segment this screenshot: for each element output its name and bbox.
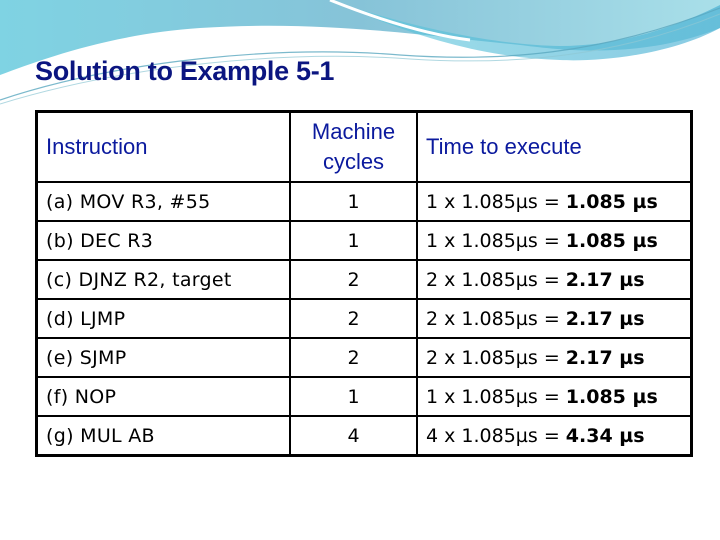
time-cell: 2 x 1.085µs = 2.17 µs <box>416 337 693 378</box>
time-cell: 2 x 1.085µs = 2.17 µs <box>416 259 693 300</box>
time-result: 2.17 µs <box>565 346 645 369</box>
header-instruction: Instruction <box>35 110 291 183</box>
table-row: (c) DJNZ R2, target 2 2 x 1.085µs = 2.17… <box>35 259 693 300</box>
table-row: (f) NOP 1 1 x 1.085µs = 1.085 µs <box>35 376 693 417</box>
instruction-cell: (a) MOV R3, #55 <box>35 181 291 222</box>
table-row: (a) MOV R3, #55 1 1 x 1.085µs = 1.085 µs <box>35 181 693 222</box>
instruction-cell: (f) NOP <box>35 376 291 417</box>
header-swoosh-decoration <box>0 0 720 105</box>
time-calculation: 2 x 1.085µs = <box>426 346 566 369</box>
time-result: 4.34 µs <box>565 424 645 447</box>
time-calculation: 2 x 1.085µs = <box>426 268 566 291</box>
header-machine-cycles-line2: cycles <box>322 149 385 174</box>
table-row: (e) SJMP 2 2 x 1.085µs = 2.17 µs <box>35 337 693 378</box>
time-calculation: 4 x 1.085µs = <box>426 424 566 447</box>
time-calculation: 2 x 1.085µs = <box>426 307 566 330</box>
time-result: 2.17 µs <box>565 307 645 330</box>
instruction-cell: (b) DEC R3 <box>35 220 291 261</box>
time-result: 1.085 µs <box>565 229 658 252</box>
table-header-row: Instruction Machine cycles Time to execu… <box>35 110 693 183</box>
table-row: (d) LJMP 2 2 x 1.085µs = 2.17 µs <box>35 298 693 339</box>
cycles-cell: 4 <box>289 415 418 457</box>
slide-title: Solution to Example 5-1 <box>35 56 335 86</box>
time-result: 1.085 µs <box>565 385 658 408</box>
time-result: 2.17 µs <box>565 268 645 291</box>
time-cell: 1 x 1.085µs = 1.085 µs <box>416 181 693 222</box>
time-result: 1.085 µs <box>565 190 658 213</box>
table-row: (g) MUL AB 4 4 x 1.085µs = 4.34 µs <box>35 415 693 457</box>
instruction-timing-table: Instruction Machine cycles Time to execu… <box>35 110 693 457</box>
time-cell: 4 x 1.085µs = 4.34 µs <box>416 415 693 457</box>
time-calculation: 1 x 1.085µs = <box>426 190 566 213</box>
time-calculation: 1 x 1.085µs = <box>426 229 566 252</box>
time-cell: 1 x 1.085µs = 1.085 µs <box>416 220 693 261</box>
cycles-cell: 2 <box>289 337 418 378</box>
instruction-cell: (g) MUL AB <box>35 415 291 457</box>
cycles-cell: 1 <box>289 181 418 222</box>
header-machine-cycles-line1: Machine <box>311 119 396 144</box>
cycles-cell: 2 <box>289 298 418 339</box>
table-row: (b) DEC R3 1 1 x 1.085µs = 1.085 µs <box>35 220 693 261</box>
cycles-cell: 2 <box>289 259 418 300</box>
instruction-cell: (e) SJMP <box>35 337 291 378</box>
instruction-cell: (d) LJMP <box>35 298 291 339</box>
header-machine-cycles: Machine cycles <box>289 110 418 183</box>
header-time-to-execute: Time to execute <box>416 110 693 183</box>
time-cell: 2 x 1.085µs = 2.17 µs <box>416 298 693 339</box>
cycles-cell: 1 <box>289 376 418 417</box>
time-calculation: 1 x 1.085µs = <box>426 385 566 408</box>
time-cell: 1 x 1.085µs = 1.085 µs <box>416 376 693 417</box>
cycles-cell: 1 <box>289 220 418 261</box>
instruction-cell: (c) DJNZ R2, target <box>35 259 291 300</box>
